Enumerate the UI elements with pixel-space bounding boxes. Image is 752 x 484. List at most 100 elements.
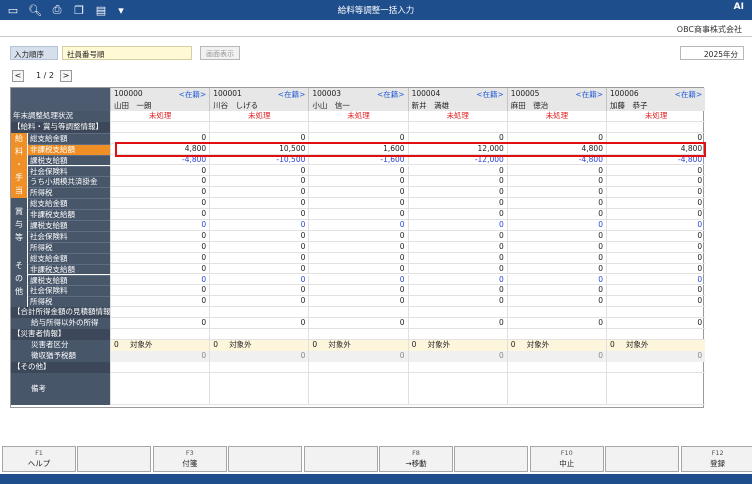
function-key-button[interactable]: F12 登録 (680, 446, 752, 472)
grid-cell[interactable] (209, 372, 308, 406)
grid-cell[interactable]: 0 (110, 165, 209, 177)
grid-cell[interactable]: 0 (606, 318, 705, 329)
grid-cell[interactable]: 0 (209, 252, 308, 264)
grid-cell[interactable]: 0 (110, 198, 209, 210)
function-key-button[interactable]: F10 中止 (529, 446, 604, 472)
grid-cell[interactable]: 0 対象外 (209, 339, 309, 351)
grid-cell[interactable]: 未処理 (606, 111, 705, 122)
grid-cell[interactable]: 0 (209, 241, 308, 253)
function-key-button[interactable]: F8 →移動 (379, 446, 453, 472)
grid-cell[interactable]: 0 (209, 274, 308, 286)
grid-cell[interactable]: 0 (209, 296, 308, 308)
grid-cell[interactable]: 0 (506, 176, 606, 188)
function-key-button[interactable] (303, 446, 378, 472)
function-key-button[interactable] (605, 446, 680, 472)
employee-column-header[interactable]: 100000 <在籍> 山田 一朗 (110, 88, 209, 111)
grid-cell[interactable]: 未処理 (209, 111, 308, 122)
employee-column-header[interactable]: 100004 <在籍> 新井 満雄 (407, 88, 507, 111)
grid-cell[interactable]: 0 対象外 (110, 339, 210, 351)
grid-cell[interactable]: 0 (506, 350, 606, 362)
grid-cell[interactable]: 0 (606, 230, 705, 242)
employee-column-header[interactable]: 100001 <在籍> 川谷 しげる (209, 88, 308, 111)
grid-cell[interactable]: 0 (506, 263, 606, 275)
grid-cell[interactable]: 0 (506, 274, 606, 286)
grid-cell[interactable]: 0 (606, 274, 705, 286)
grid-cell[interactable]: 未処理 (110, 111, 209, 122)
grid-cell[interactable]: 0 (110, 209, 209, 220)
grid-cell[interactable] (506, 372, 606, 406)
grid-cell[interactable]: 0 (606, 187, 705, 199)
grid-cell[interactable]: 0 (606, 176, 705, 188)
grid-cell[interactable]: 0 (506, 241, 606, 253)
function-key-button[interactable]: F1 ヘルプ (2, 446, 76, 472)
grid-cell[interactable]: 0 (407, 198, 507, 210)
grid-cell[interactable]: 0 (407, 296, 507, 308)
grid-cell[interactable]: 0 対象外 (407, 339, 507, 351)
grid-cell[interactable]: 0 (506, 209, 606, 220)
grid-cell[interactable]: 0 (110, 230, 209, 242)
function-key-button[interactable] (77, 446, 152, 472)
grid-cell[interactable] (308, 372, 407, 406)
grid-cell[interactable]: 0 (407, 209, 507, 220)
grid-cell[interactable]: 0 (506, 252, 606, 264)
grid-cell[interactable]: 0 (110, 176, 209, 188)
next-page-button[interactable]: > (60, 70, 72, 82)
grid-cell[interactable]: 0 (110, 263, 209, 275)
grid-cell[interactable]: 未処理 (407, 111, 507, 122)
grid-cell[interactable]: 0 (308, 350, 408, 362)
grid-cell[interactable]: 0 (407, 285, 507, 297)
grid-cell[interactable]: 0 (110, 285, 209, 297)
prev-page-button[interactable]: < (12, 70, 24, 82)
grid-cell[interactable]: 0 (110, 252, 209, 264)
grid-cell[interactable]: 0 (110, 318, 209, 329)
grid-cell[interactable]: 0 (209, 165, 308, 177)
grid-cell[interactable]: 0 (606, 165, 705, 177)
grid-cell[interactable]: 0 (407, 165, 507, 177)
employee-column-header[interactable]: 100006 <在籍> 加藤 恭子 (606, 88, 705, 111)
grid-cell[interactable]: 未処理 (506, 111, 606, 122)
grid-cell[interactable]: 0 (606, 350, 706, 362)
grid-cell[interactable]: 0 (110, 220, 209, 231)
grid-cell[interactable]: 0 (308, 230, 407, 242)
grid-cell[interactable] (110, 372, 209, 406)
grid-cell[interactable]: 0 (209, 350, 309, 362)
function-key-button[interactable]: F3 付箋 (152, 446, 227, 472)
grid-cell[interactable]: 0 (506, 198, 606, 210)
employee-column-header[interactable]: 100003 <在籍> 小山 信一 (308, 88, 407, 111)
grid-cell[interactable]: 0 (110, 350, 210, 362)
grid-cell[interactable]: 0 (506, 318, 606, 329)
grid-cell[interactable]: 0 (407, 274, 507, 286)
grid-cell[interactable]: 0 (606, 263, 705, 275)
grid-cell[interactable]: 0 (110, 296, 209, 308)
grid-cell[interactable]: 0 (407, 318, 507, 329)
grid-cell[interactable]: 0 (209, 187, 308, 199)
grid-cell[interactable]: 0 (308, 318, 407, 329)
grid-cell[interactable]: 0 (308, 187, 407, 199)
grid-cell[interactable]: 0 (407, 220, 507, 231)
grid-cell[interactable]: 0 (308, 263, 407, 275)
grid-cell[interactable]: 0 (506, 187, 606, 199)
employee-column-header[interactable]: 100005 <在籍> 麻田 徳治 (506, 88, 606, 111)
display-button[interactable]: 画面表示 (200, 46, 240, 60)
grid-cell[interactable]: 0 (506, 165, 606, 177)
grid-cell[interactable]: 0 (209, 176, 308, 188)
function-key-button[interactable] (228, 446, 303, 472)
grid-cell[interactable]: 0 (308, 241, 407, 253)
grid-cell[interactable]: 0 (606, 241, 705, 253)
grid-cell[interactable]: 0 (506, 220, 606, 231)
grid-cell[interactable]: 0 (209, 318, 308, 329)
grid-cell[interactable]: 0 (209, 209, 308, 220)
grid-cell[interactable]: 0 (506, 230, 606, 242)
grid-cell[interactable]: 0 (407, 187, 507, 199)
grid-cell[interactable]: 0 (606, 285, 705, 297)
grid-cell[interactable]: 0 (209, 230, 308, 242)
grid-cell[interactable]: 0 (209, 220, 308, 231)
grid-cell[interactable]: 0 (209, 263, 308, 275)
grid-cell[interactable]: 0 (606, 198, 705, 210)
grid-cell[interactable]: 0 (110, 274, 209, 286)
grid-cell[interactable]: 0 対象外 (308, 339, 408, 351)
grid-cell[interactable]: 0 (606, 209, 705, 220)
grid-cell[interactable]: 0 (308, 252, 407, 264)
grid-cell[interactable]: 0 (407, 252, 507, 264)
grid-cell[interactable]: 0 (506, 296, 606, 308)
